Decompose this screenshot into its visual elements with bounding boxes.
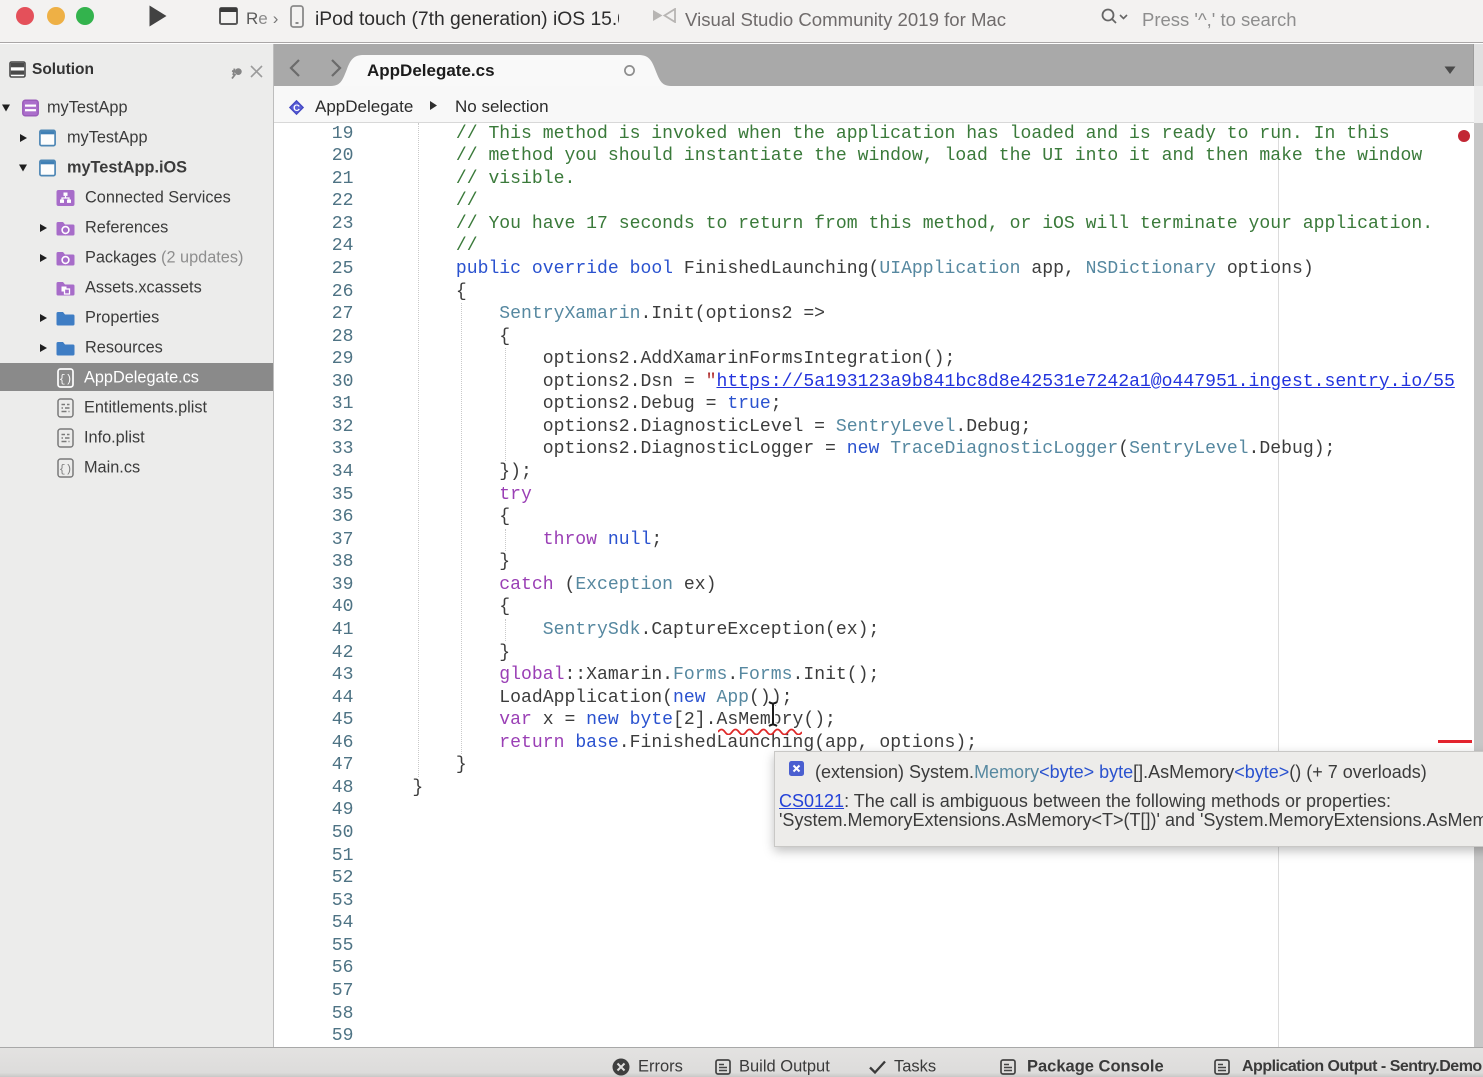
svg-text:{): {) xyxy=(59,374,72,386)
svg-text:{): {) xyxy=(59,464,72,476)
svg-text:C: C xyxy=(293,103,300,114)
